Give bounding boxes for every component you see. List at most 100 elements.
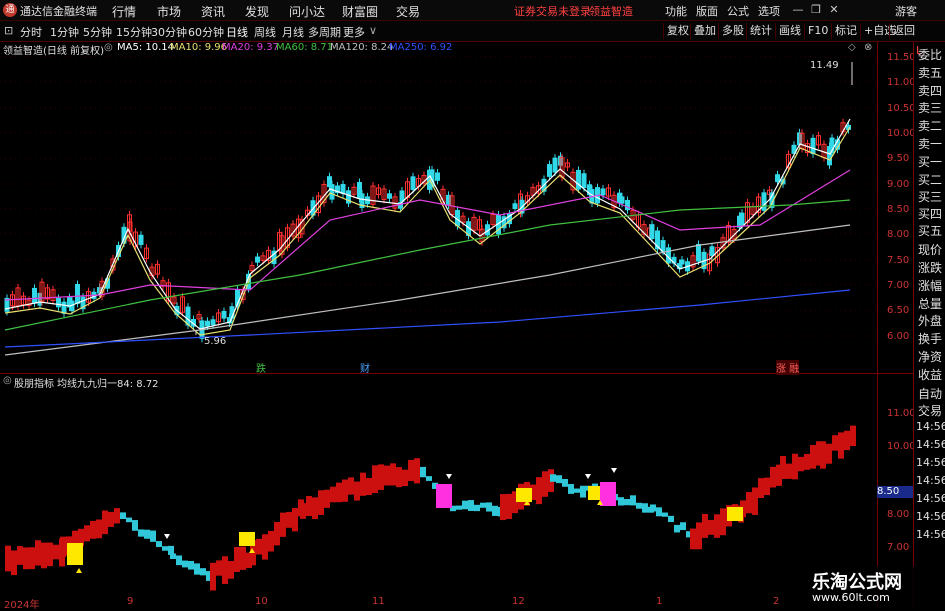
- indicator-bar-up: [820, 441, 826, 469]
- price-tick: 10.50: [887, 103, 916, 114]
- quote-label: 收益: [918, 368, 943, 382]
- candle-down: [340, 184, 346, 195]
- price-tick: 9.50: [887, 153, 910, 164]
- event-marker[interactable]: 涨 融: [776, 360, 800, 375]
- indicator-bar-down: [194, 563, 200, 575]
- indicator-bar-up: [378, 464, 384, 490]
- indicator-bar-up: [354, 481, 360, 501]
- quote-label: 涨幅: [918, 279, 943, 293]
- candle-down: [775, 174, 780, 183]
- indicator-bar-down: [556, 475, 562, 484]
- indicator-bar-up: [696, 522, 702, 550]
- indicator-bar-down: [574, 488, 580, 493]
- price-tick: 9.00: [887, 179, 910, 190]
- indicator-bar-up: [372, 465, 378, 493]
- date-tick: 9: [127, 596, 134, 607]
- indicator-bar-down: [480, 502, 486, 508]
- diamond-icon[interactable]: ◇: [848, 42, 856, 53]
- indicator-bar-down: [144, 529, 150, 539]
- auto-trade-label[interactable]: 交易: [918, 402, 942, 419]
- indicator-bar-up: [256, 538, 262, 555]
- signal-block: [239, 532, 255, 546]
- indicator-bar-up: [348, 477, 354, 495]
- indicator-bar-down: [630, 495, 636, 506]
- candle-down: [435, 172, 440, 181]
- price-tick: 8.00: [887, 229, 910, 240]
- settings-icon[interactable]: ◎: [3, 375, 12, 386]
- indicator-bar-up: [414, 458, 420, 484]
- candle-down: [410, 176, 416, 190]
- indicator-value: 均线九九归一84: 8.72: [57, 379, 159, 390]
- quote-label: 卖三: [918, 101, 943, 115]
- indicator-bar-up: [292, 508, 298, 532]
- indicator-bar-up: [780, 455, 786, 480]
- price-tick: 6.50: [887, 305, 910, 316]
- candle-down: [205, 320, 210, 327]
- indicator-bar-up: [752, 487, 758, 515]
- watermark-url: www.60lt.com: [812, 591, 890, 604]
- candle-down: [552, 157, 558, 173]
- quote-label: 涨跌: [918, 261, 943, 275]
- indicator-name: 股朋指标: [14, 379, 54, 390]
- event-marker[interactable]: 财: [360, 360, 370, 375]
- candle-down: [810, 137, 816, 155]
- kline-chart[interactable]: [0, 0, 945, 609]
- date-tick: 12: [512, 596, 525, 607]
- quote-label: 总量: [918, 297, 943, 311]
- indicator-bar-down: [624, 498, 630, 506]
- quote-label: 卖五: [918, 66, 943, 80]
- indicator-bar-up: [96, 519, 102, 539]
- indicator-bar-up: [408, 459, 414, 482]
- indicator-bar-down: [120, 512, 126, 520]
- indicator-bar-down: [636, 502, 642, 509]
- settings-icon[interactable]: ◎: [104, 42, 113, 53]
- quote-label: 现价: [918, 243, 943, 257]
- indicator-bar-up: [286, 511, 292, 528]
- quote-label: 买三: [918, 190, 943, 204]
- date-tick: 2: [773, 596, 780, 607]
- indicator-bar-up: [844, 430, 850, 451]
- indicator-bar-up: [53, 544, 59, 560]
- event-marker[interactable]: 跌: [256, 360, 266, 375]
- indicator-bar-down: [156, 541, 162, 548]
- indicator-bar-up: [5, 545, 11, 572]
- signal-block: [436, 484, 452, 508]
- ma250-label: MA250: 6.92: [389, 42, 453, 53]
- trade-time: 14:56: [916, 492, 945, 505]
- trade-time: 14:56: [916, 510, 945, 523]
- indicator-bar-down: [176, 555, 182, 566]
- candle-down: [255, 256, 260, 263]
- date-tick: 11: [372, 596, 385, 607]
- indicator-bar-up: [798, 456, 804, 472]
- indicator-bar-up: [838, 432, 844, 459]
- candle-down: [649, 224, 655, 239]
- indicator-bar-up: [366, 477, 372, 496]
- candle-down: [56, 297, 61, 308]
- indicator-bar-down: [562, 479, 568, 487]
- quote-label: 买一: [918, 155, 943, 169]
- indicator-bar-up: [300, 503, 306, 519]
- high-price-annotation: 11.49: [810, 60, 839, 71]
- indicator-bar-up: [506, 493, 512, 520]
- ma5-label: MA5: 10.14: [117, 42, 175, 53]
- indicator-bar-up: [108, 511, 114, 527]
- indicator-bar-down: [138, 529, 144, 537]
- indicator-bar-up: [758, 478, 764, 498]
- indicator-bar-up: [11, 550, 17, 576]
- indicator-bar-up: [324, 489, 330, 508]
- sell-signal-icon: [446, 474, 452, 479]
- auto-trade-label[interactable]: 自动: [918, 385, 942, 402]
- indicator-bar-up: [402, 469, 408, 487]
- candle-down: [709, 246, 715, 257]
- indicator-bar-down: [580, 485, 586, 498]
- indicator-bar-down: [650, 504, 656, 512]
- close-panel-icon[interactable]: ⊗: [864, 42, 872, 53]
- low-price-annotation: 5.96: [204, 336, 227, 347]
- price-tick: 10.00: [887, 128, 916, 139]
- indicator-bar-down: [188, 560, 194, 570]
- sell-signal-icon: [611, 468, 617, 473]
- indicator-bar-up: [390, 463, 396, 486]
- indicator-bar-down: [656, 507, 662, 517]
- indicator-bar-up: [280, 512, 286, 537]
- ma120-label: MA120: 8.24: [330, 42, 394, 53]
